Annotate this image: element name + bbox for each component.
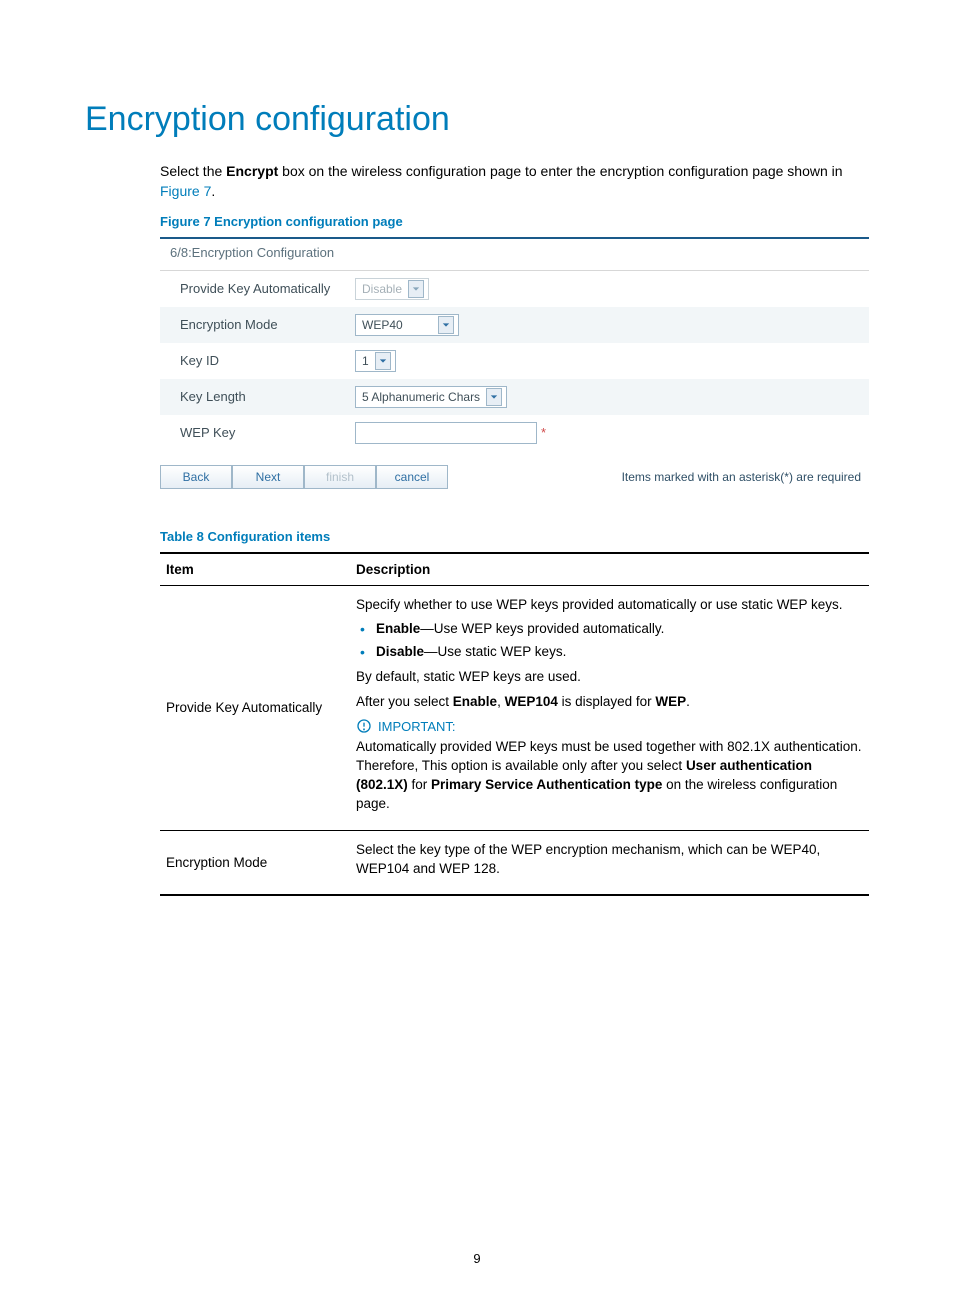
text: After you select [356, 694, 453, 709]
page-title: Encryption configuration [85, 100, 869, 139]
row-wep-key: WEP Key * [160, 415, 869, 451]
select-key-length[interactable]: 5 Alphanumeric Chars [355, 386, 507, 408]
text: . [686, 694, 690, 709]
text: , [497, 694, 505, 709]
cell-description: Select the key type of the WEP encryptio… [350, 830, 869, 895]
cancel-button[interactable]: cancel [376, 465, 448, 489]
back-button[interactable]: Back [160, 465, 232, 489]
cell-description: Specify whether to use WEP keys provided… [350, 585, 869, 830]
label-encryption-mode: Encryption Mode [180, 317, 355, 332]
select-value: 1 [362, 354, 369, 368]
cell-item: Encryption Mode [160, 830, 350, 895]
chevron-down-icon [408, 280, 424, 298]
bold: Enable [376, 621, 420, 636]
desc-line: After you select Enable, WEP104 is displ… [356, 693, 863, 712]
figure-panel: 6/8:Encryption Configuration Provide Key… [160, 237, 869, 451]
label-key-length: Key Length [180, 389, 355, 404]
important-label: IMPORTANT: [378, 719, 456, 734]
alert-icon [356, 718, 372, 734]
list-item: Disable—Use static WEP keys. [376, 643, 863, 662]
row-key-id: Key ID 1 [160, 343, 869, 379]
select-value: 5 Alphanumeric Chars [362, 390, 480, 404]
row-encryption-mode: Encryption Mode WEP40 [160, 307, 869, 343]
desc-line: Select the key type of the WEP encryptio… [356, 841, 863, 879]
intro-post: box on the wireless configuration page t… [278, 163, 842, 179]
select-encryption-mode[interactable]: WEP40 [355, 314, 459, 336]
bold: Primary Service Authentication type [431, 777, 662, 792]
desc-line: Specify whether to use WEP keys provided… [356, 596, 863, 615]
figure-caption: Figure 7 Encryption configuration page [160, 214, 869, 229]
bold: Enable [453, 694, 497, 709]
finish-button[interactable]: finish [304, 465, 376, 489]
text: —Use static WEP keys. [424, 644, 566, 659]
input-wep-key[interactable] [355, 422, 537, 444]
bold: Disable [376, 644, 424, 659]
intro-bold: Encrypt [226, 163, 278, 179]
chevron-down-icon [438, 316, 454, 334]
select-provide-key-auto[interactable]: Disable [355, 278, 429, 300]
label-wep-key: WEP Key [180, 425, 355, 440]
row-key-length: Key Length 5 Alphanumeric Chars [160, 379, 869, 415]
bold: WEP104 [505, 694, 558, 709]
figure-rows: Provide Key Automatically Disable Encryp… [160, 271, 869, 451]
select-value: Disable [362, 282, 402, 296]
text: —Use WEP keys provided automatically. [420, 621, 664, 636]
page-number: 9 [0, 1251, 954, 1266]
wizard-footer: Back Next finish cancel Items marked wit… [160, 461, 869, 489]
important-heading: IMPORTANT: [356, 718, 863, 734]
intro-pre: Select the [160, 163, 226, 179]
list-item: Enable—Use WEP keys provided automatical… [376, 620, 863, 639]
figure-link[interactable]: Figure 7 [160, 183, 211, 199]
chevron-down-icon [375, 352, 391, 370]
required-asterisk: * [541, 425, 546, 440]
select-value: WEP40 [362, 318, 403, 332]
next-button[interactable]: Next [232, 465, 304, 489]
config-items-table: Item Description Provide Key Automatical… [160, 552, 869, 897]
important-body: Automatically provided WEP keys must be … [356, 738, 863, 814]
intro-paragraph: Select the Encrypt box on the wireless c… [160, 161, 869, 202]
select-key-id[interactable]: 1 [355, 350, 396, 372]
label-key-id: Key ID [180, 353, 355, 368]
text: is displayed for [558, 694, 656, 709]
cell-item: Provide Key Automatically [160, 585, 350, 830]
intro-end: . [211, 183, 215, 199]
required-note: Items marked with an asterisk(*) are req… [622, 470, 869, 484]
text: for [408, 777, 431, 792]
table-row: Encryption Mode Select the key type of t… [160, 830, 869, 895]
label-provide-key-auto: Provide Key Automatically [180, 281, 355, 296]
wizard-step-header: 6/8:Encryption Configuration [160, 239, 869, 271]
table-row: Provide Key Automatically Specify whethe… [160, 585, 869, 830]
desc-line: By default, static WEP keys are used. [356, 668, 863, 687]
bold: WEP [655, 694, 686, 709]
th-item: Item [160, 553, 350, 586]
chevron-down-icon [486, 388, 502, 406]
table-caption: Table 8 Configuration items [160, 529, 869, 544]
th-description: Description [350, 553, 869, 586]
row-provide-key-auto: Provide Key Automatically Disable [160, 271, 869, 307]
